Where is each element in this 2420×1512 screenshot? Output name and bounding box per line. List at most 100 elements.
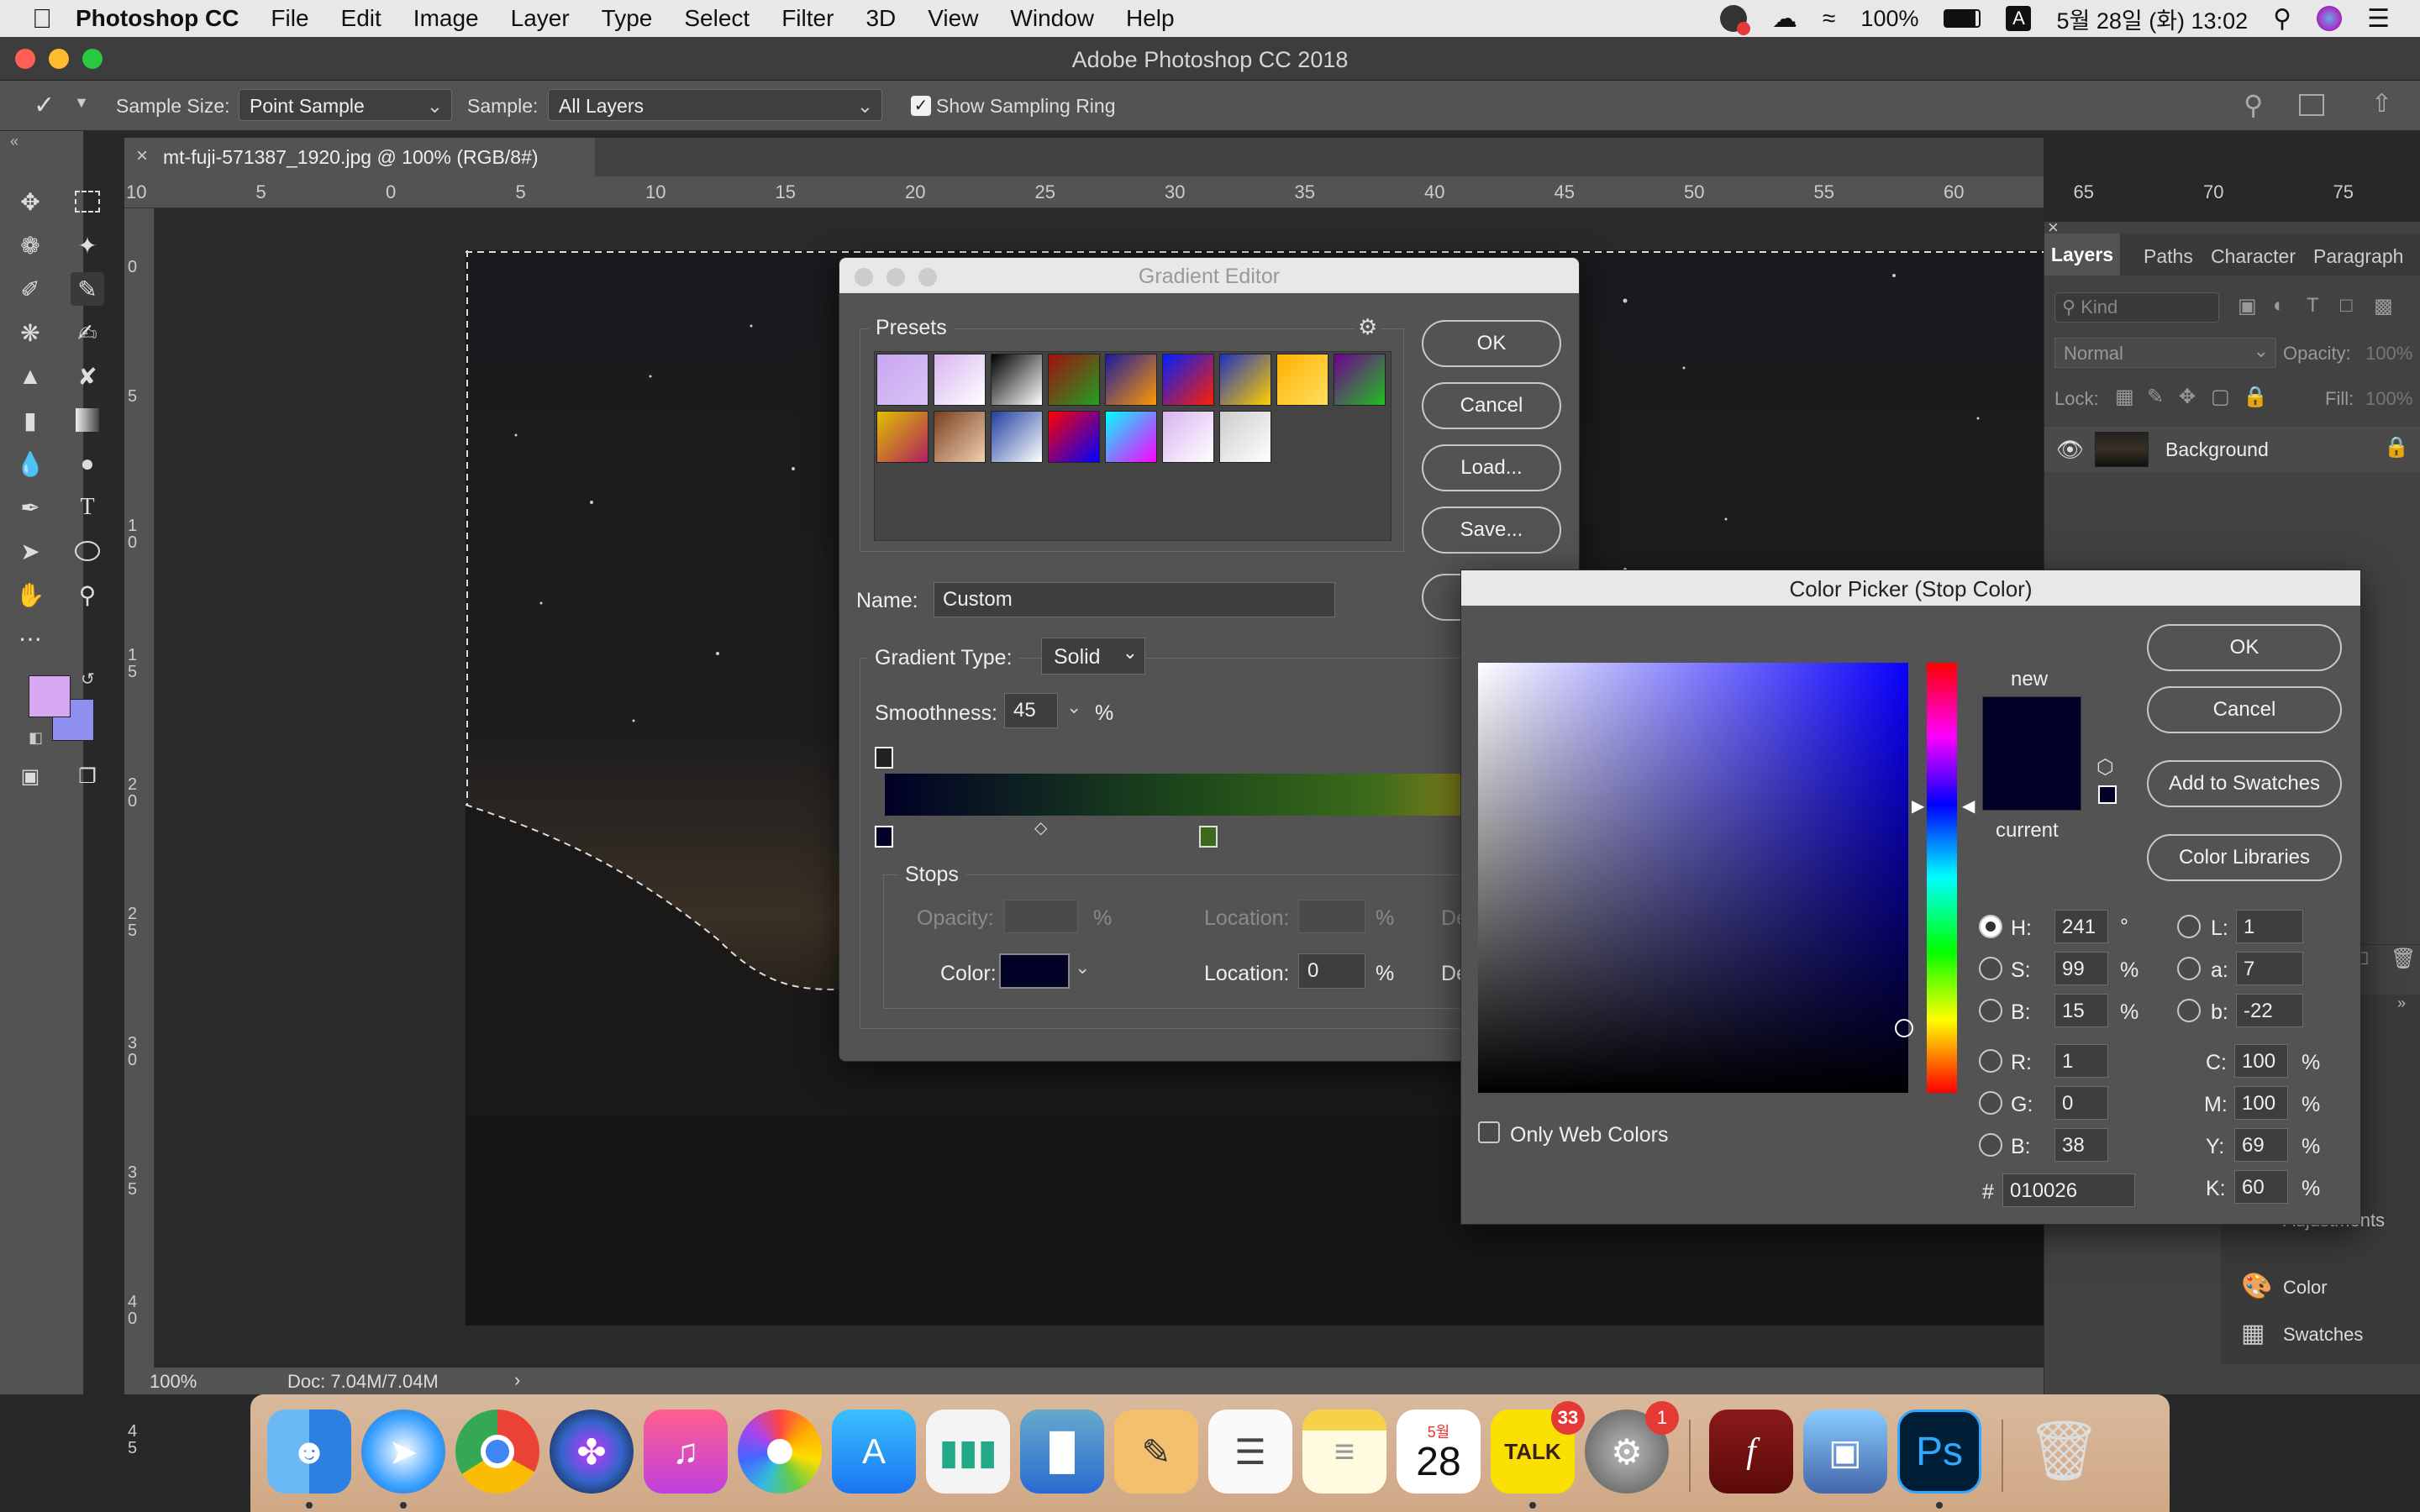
smoothness-chevron-down-icon[interactable]: ⌄ [1066, 696, 1081, 718]
b-channel-field[interactable]: -22 [2236, 994, 2303, 1027]
foreground-color-swatch[interactable] [29, 675, 71, 717]
lasso-tool-icon[interactable]: ❁ [13, 228, 47, 262]
menu-view[interactable]: View [928, 5, 978, 32]
blend-mode-select[interactable]: Normal ⌄ [2054, 338, 2276, 368]
gradient-name-field[interactable]: Custom [934, 582, 1335, 617]
textedit-icon[interactable]: ☰ [1208, 1410, 1292, 1494]
brightness-field[interactable]: 15 [2054, 994, 2108, 1027]
color-stop-marker[interactable] [1199, 826, 1218, 848]
lock-all-icon[interactable]: 🔒 [2243, 385, 2268, 409]
red-radio[interactable] [1979, 1049, 2002, 1073]
menu-edit[interactable]: Edit [341, 5, 381, 32]
path-selection-tool-icon[interactable]: ➤ [13, 534, 47, 568]
minimize-dialog-button[interactable] [886, 268, 905, 286]
color-panel-label[interactable]: Color [2283, 1277, 2328, 1299]
gradient-preset-swatch[interactable] [1162, 354, 1214, 406]
safari-icon[interactable]: ➤ [361, 1410, 445, 1494]
gradient-preset-swatch[interactable] [1048, 411, 1100, 463]
zoom-level[interactable]: 100% [150, 1371, 197, 1393]
lightness-radio[interactable] [2177, 915, 2201, 938]
zoom-tool-icon[interactable]: ⚲ [71, 578, 104, 612]
blue-field[interactable]: 38 [2054, 1128, 2108, 1162]
move-tool-icon[interactable]: ✥ [13, 185, 47, 218]
numbers-icon[interactable]: ▮▮▮ [926, 1410, 1010, 1494]
swap-colors-icon[interactable]: ↺ [81, 669, 95, 690]
filter-type-icon[interactable]: T [2307, 294, 2319, 318]
ok-button[interactable]: OK [1422, 320, 1561, 367]
filter-smart-object-icon[interactable]: ▩ [2374, 294, 2393, 318]
green-radio[interactable] [1979, 1091, 2002, 1115]
color-libraries-button[interactable]: Color Libraries [2147, 834, 2342, 881]
color-panel-icon[interactable]: 🎨 [2241, 1272, 2272, 1301]
close-dialog-button[interactable] [855, 268, 873, 286]
crop-tool-icon[interactable]: ✐ [13, 272, 47, 306]
brush-tool-icon[interactable]: ✍ [71, 316, 104, 349]
clock[interactable]: 5월 28일 (화) 13:02 [2056, 3, 2248, 35]
gradient-preset-swatch[interactable] [1048, 354, 1100, 406]
input-mode-indicator[interactable]: A [2006, 6, 2032, 31]
hue-slider-right-arrow-icon[interactable]: ◀ [1962, 795, 1975, 816]
lightness-field[interactable]: 1 [2236, 910, 2303, 943]
gradient-preset-swatch[interactable] [991, 354, 1043, 406]
eyedropper-preset-icon[interactable]: ✓ [34, 91, 55, 120]
close-tab-icon[interactable]: × [136, 144, 148, 168]
collapse-panel-icon[interactable]: « [10, 133, 18, 150]
apple-menu-icon[interactable]:  [32, 3, 52, 34]
pages-icon[interactable]: ✎ [1114, 1410, 1198, 1494]
quick-selection-tool-icon[interactable]: ✦ [71, 228, 104, 262]
hex-field[interactable]: 010026 [2002, 1173, 2135, 1207]
lock-position-icon[interactable]: ✥ [2179, 385, 2196, 409]
photoshop-icon[interactable]: Ps [1897, 1410, 1981, 1494]
lock-image-pixels-icon[interactable]: ✎ [2147, 385, 2164, 409]
clone-stamp-tool-icon[interactable]: ▲ [13, 360, 47, 393]
gradient-preset-swatch[interactable] [1334, 354, 1386, 406]
preset-chevron-down-icon[interactable]: ▼ [74, 94, 89, 112]
kakaotalk-icon[interactable]: TALK 33 [1491, 1401, 1585, 1494]
stop-color-chevron-down-icon[interactable]: ⌄ [1075, 957, 1090, 979]
default-colors-icon[interactable]: ◧ [29, 729, 43, 747]
layer-row-background[interactable]: 👁 Background 🔒 [2044, 427, 2420, 472]
notes-icon[interactable]: ≡ [1302, 1410, 1386, 1494]
expand-panels-icon[interactable]: » [2397, 995, 2406, 1012]
sample-select[interactable]: All Layers ⌄ [548, 89, 882, 121]
opacity-location-field[interactable] [1298, 900, 1365, 933]
a-channel-radio[interactable] [2177, 957, 2201, 980]
healing-brush-tool-icon[interactable]: ❋ [13, 316, 47, 349]
color-stop-marker-selected[interactable] [875, 826, 893, 848]
saturation-radio[interactable] [1979, 957, 2002, 980]
swatches-panel-icon[interactable]: ▦ [2241, 1319, 2265, 1348]
lock-pixels-icon[interactable]: ▦ [2115, 385, 2134, 409]
battery-icon[interactable] [1944, 9, 1981, 28]
chrome-icon[interactable] [455, 1410, 539, 1494]
notification-app-icon[interactable] [1720, 5, 1751, 35]
gradient-tool-icon[interactable] [71, 403, 104, 437]
tab-character[interactable]: Character [2211, 245, 2296, 268]
smoothness-field[interactable]: 45 [1004, 693, 1058, 728]
blue-radio[interactable] [1979, 1133, 2002, 1157]
hue-radio[interactable] [1979, 915, 2002, 938]
stop-color-swatch[interactable] [999, 953, 1070, 989]
more-tools-icon[interactable]: ⋯ [13, 622, 47, 655]
red-field[interactable]: 1 [2054, 1044, 2108, 1078]
gradient-preset-swatch[interactable] [934, 411, 986, 463]
web-safe-color-swatch[interactable] [2098, 785, 2117, 804]
gradient-preset-swatch[interactable] [1219, 411, 1271, 463]
tab-layers[interactable]: Layers [2044, 234, 2120, 276]
preview-icon[interactable]: ▣ [1803, 1410, 1887, 1494]
spotlight-search-icon[interactable]: ⚲ [2273, 4, 2291, 34]
ellipse-tool-icon[interactable] [71, 534, 104, 568]
fill-value[interactable]: 100% [2365, 388, 2412, 410]
visibility-eye-icon[interactable]: 👁 [2056, 437, 2084, 463]
color-location-field[interactable]: 0 [1298, 953, 1365, 989]
app-menu[interactable]: Photoshop CC [76, 5, 239, 32]
marquee-tool-icon[interactable] [71, 185, 104, 218]
type-tool-icon[interactable]: T [71, 491, 104, 524]
tab-paths[interactable]: Paths [2144, 245, 2193, 268]
save-button[interactable]: Save... [1422, 507, 1561, 554]
swatches-panel-label[interactable]: Swatches [2283, 1324, 2363, 1346]
show-sampling-ring-checkbox[interactable]: ✓ [911, 96, 931, 116]
b-channel-radio[interactable] [2177, 999, 2201, 1022]
gradient-type-select[interactable]: Solid ⌄ [1041, 638, 1145, 675]
menu-type[interactable]: Type [602, 5, 653, 32]
eyedropper-tool-icon[interactable]: ✎ [71, 272, 104, 306]
